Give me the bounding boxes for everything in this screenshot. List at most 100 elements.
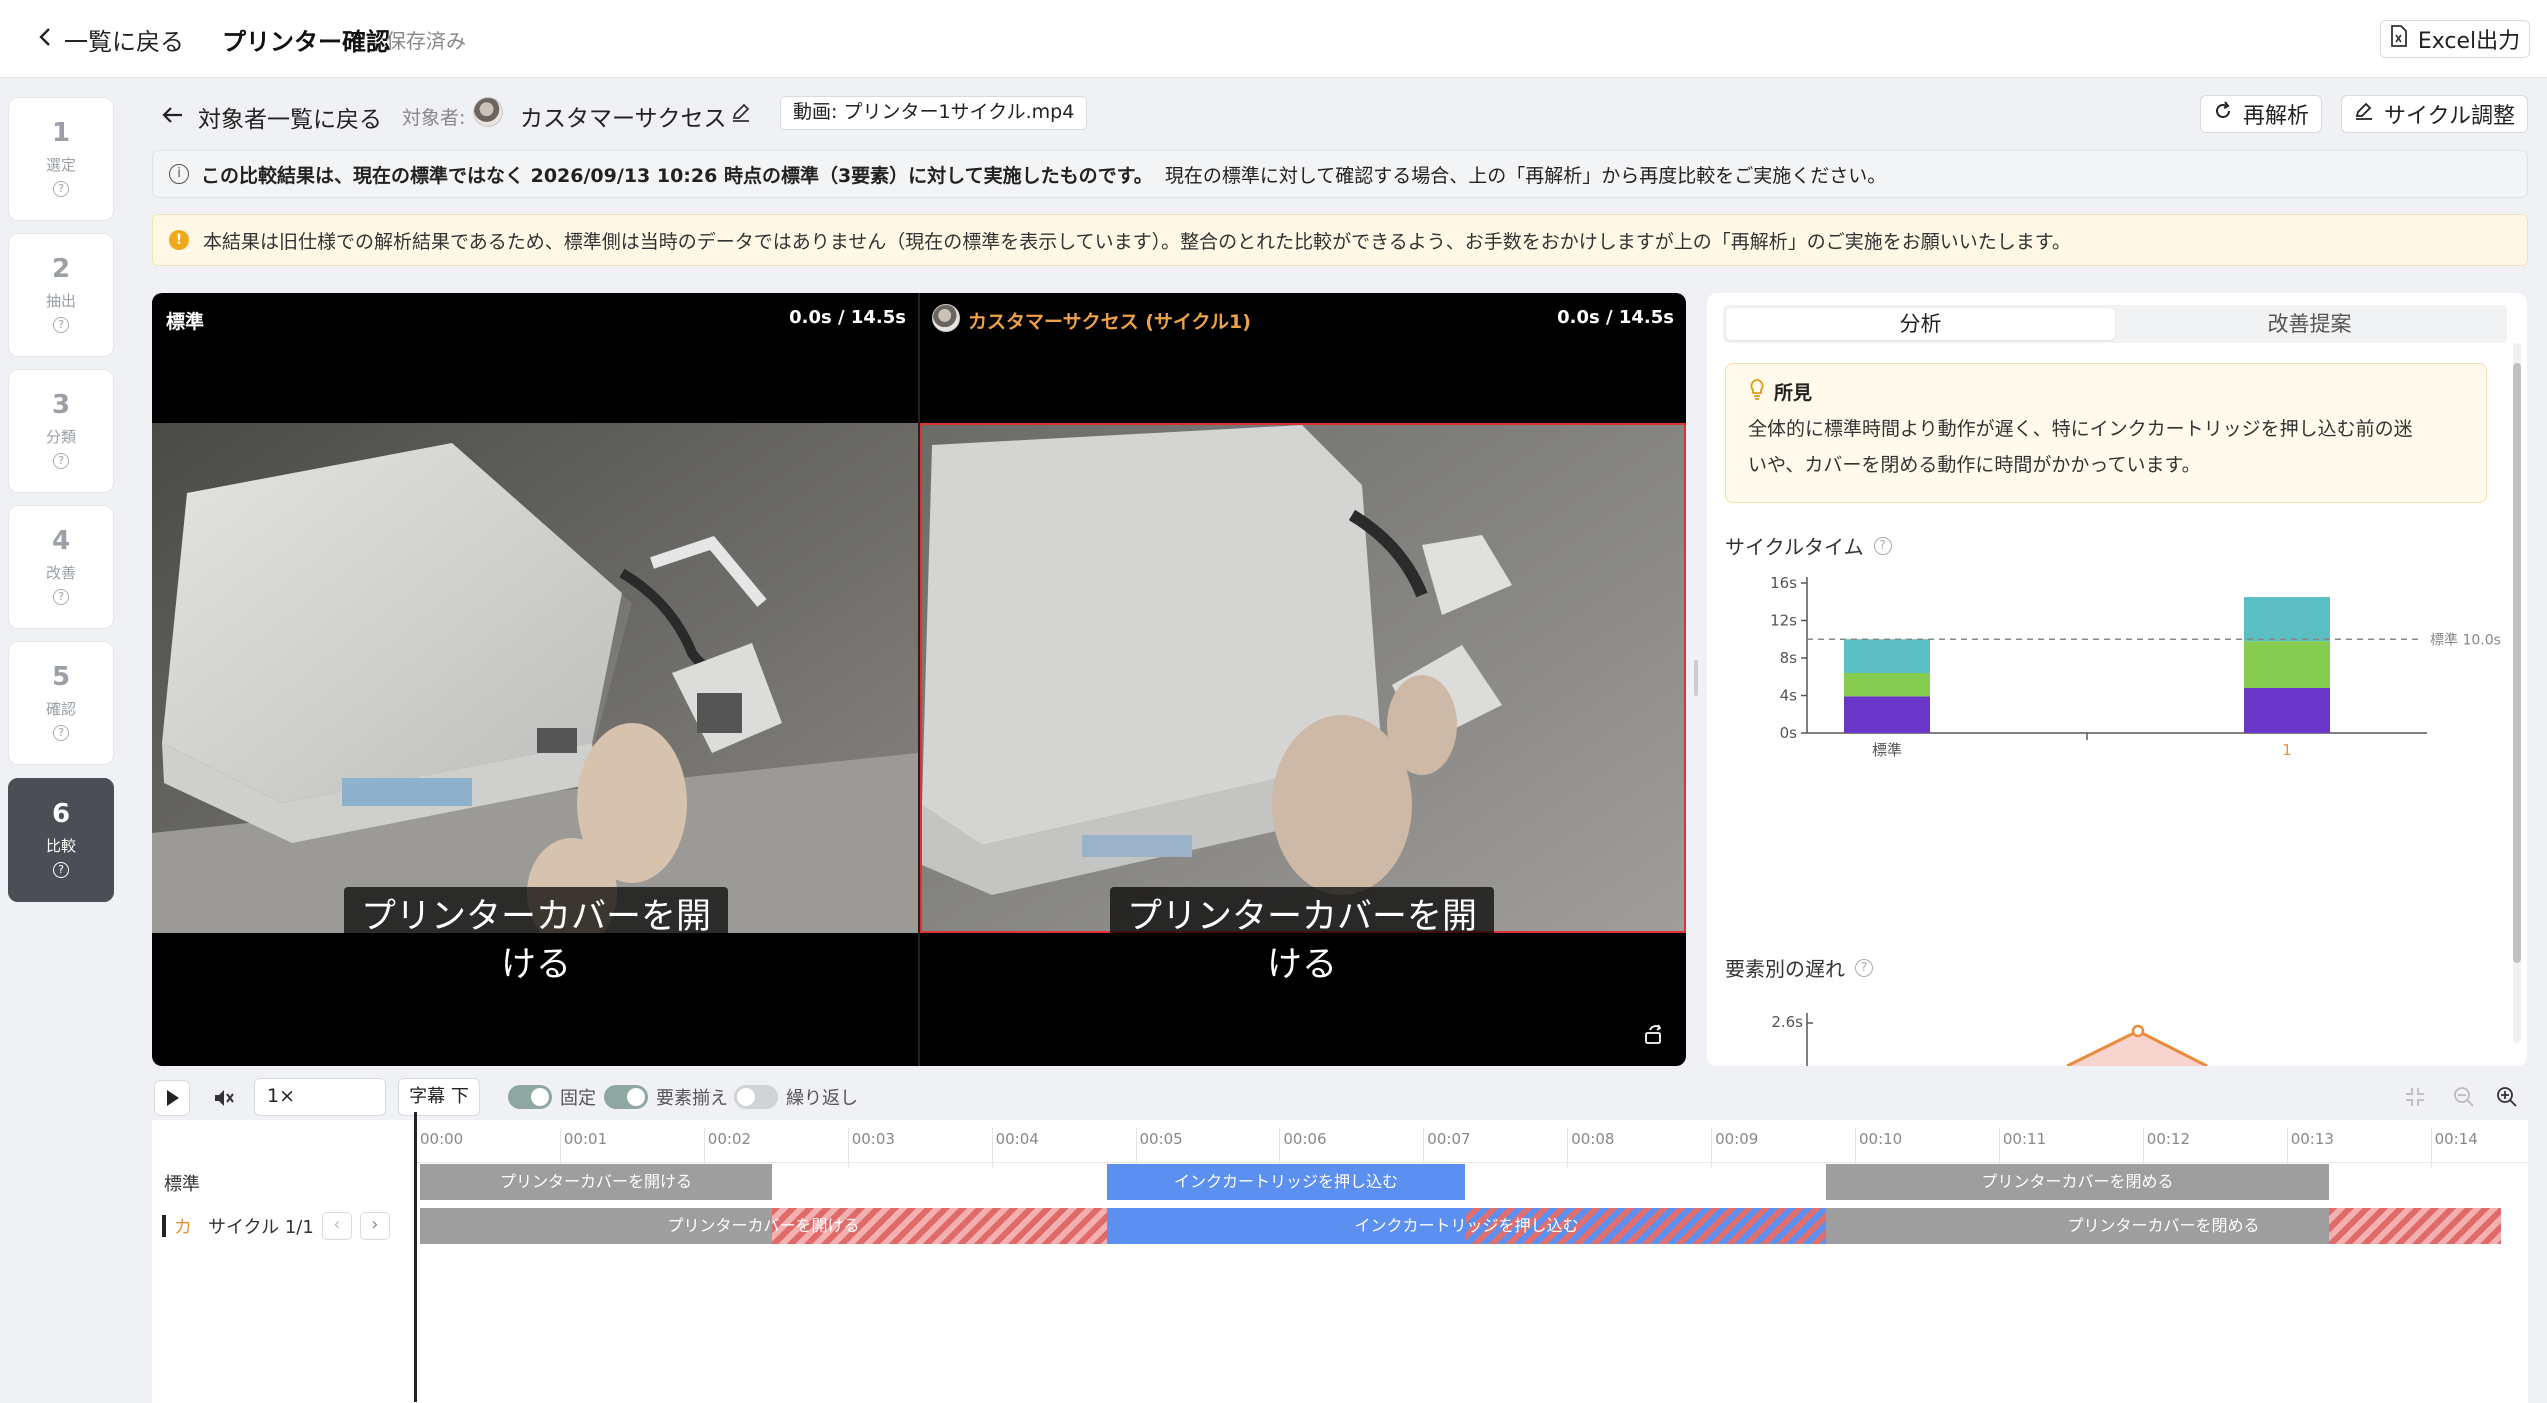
timeline[interactable]: 00:00 00:01 00:02 00:03 00:04 00:05 00:06 00:07… <box>152 1112 2528 1403</box>
std-segment-open-cover[interactable]: プリンターカバーを開ける <box>420 1164 772 1200</box>
mute-icon[interactable] <box>212 1086 236 1114</box>
playhead[interactable] <box>414 1112 417 1402</box>
next-cycle-button[interactable]: › <box>359 1212 390 1240</box>
collapse-icon[interactable] <box>2404 1086 2426 1112</box>
cycle-adjust-label: サイクル調整 <box>2384 104 2515 129</box>
toggle-loop[interactable]: 繰り返し <box>734 1084 858 1110</box>
subtitle-position-button[interactable]: 字幕 下 <box>398 1078 480 1116</box>
bar-segment <box>2244 641 2330 688</box>
tick-label: 00:00 <box>420 1130 464 1148</box>
std-segment-close-cover[interactable]: プリンターカバーを閉める <box>1826 1164 2329 1200</box>
finding-card: 所見 全体的に標準時間より動作が遅く、特にインクカートリッジを押し込む前の迷 い… <box>1725 363 2487 503</box>
standard-subtitle-line-1: プリンターカバーを開 <box>360 897 711 937</box>
subject-subtitle-line-1: プリンターカバーを開 <box>1126 897 1477 937</box>
tick-label: 00:14 <box>2434 1130 2478 1148</box>
panel-scrollbar-thumb[interactable] <box>2513 363 2521 963</box>
play-button[interactable] <box>154 1080 190 1116</box>
step-label: 確認 <box>45 700 76 718</box>
subject-subtitle-line-2: ける <box>1266 945 1337 985</box>
help-icon[interactable]: ? <box>53 725 69 741</box>
panel-resize-handle[interactable] <box>1694 660 1698 696</box>
tick-label: 00:05 <box>1139 1130 1183 1148</box>
zoom-out-icon[interactable] <box>2452 1085 2476 1113</box>
tick-label: 00:11 <box>2002 1130 2047 1148</box>
warning-icon: ! <box>169 230 189 250</box>
toggle-fixed[interactable]: 固定 <box>508 1084 596 1110</box>
subject-prefix: 対象者: <box>402 107 466 129</box>
row-label-standard: 標準 <box>164 1174 200 1195</box>
step-1[interactable]: 1 選定? <box>8 97 114 221</box>
excel-file-icon <box>2390 25 2408 53</box>
ruler-divider <box>414 1162 2528 1163</box>
standard-video-frame <box>152 423 918 933</box>
cycle-counter: サイクル 1/1 <box>208 1217 314 1238</box>
subject-video-time: 0.0s / 14.5s <box>1557 307 1674 328</box>
excel-export-label: Excel出力 <box>2417 29 2521 54</box>
tab-improvement[interactable]: 改善提案 <box>2115 308 2504 340</box>
reanalyze-button[interactable]: 再解析 <box>2200 95 2322 133</box>
cyc-segment-close-cover[interactable]: プリンターカバーを閉める <box>1826 1208 2501 1244</box>
tick-label: 00:03 <box>851 1130 895 1148</box>
prev-cycle-button[interactable]: ‹ <box>321 1212 352 1240</box>
cycle-adjust-button[interactable]: サイクル調整 <box>2341 95 2528 133</box>
bar-segment <box>2244 597 2330 642</box>
back-to-list-link[interactable]: 一覧に戻る <box>38 22 184 57</box>
step-6[interactable]: 6 比較? <box>8 778 114 902</box>
std-segment-insert-ink[interactable]: インクカートリッジを押し込む <box>1107 1164 1465 1200</box>
step-2[interactable]: 2 抽出? <box>8 233 114 357</box>
step-label: 改善 <box>45 564 76 582</box>
back-to-list-label: 一覧に戻る <box>64 28 184 56</box>
step-number: 3 <box>51 390 71 420</box>
step-4[interactable]: 4 改善? <box>8 505 114 629</box>
subject-initial: カ <box>174 1217 192 1238</box>
toggle-align-switch[interactable] <box>604 1085 648 1109</box>
cyc-segment-insert-ink-label: インクカートリッジを押し込む <box>1354 1216 1579 1235</box>
warning-banner-text: 本結果は旧仕様での解析結果であるため、標準側は当時のデータではありません（現在の… <box>203 230 2071 253</box>
standard-video-pane[interactable]: 標準 0.0s / 14.5s プリンターカバーを開 ける <box>152 293 918 1066</box>
help-icon[interactable]: ? <box>53 589 69 605</box>
save-status: 保存済み <box>386 29 466 53</box>
step-number: 6 <box>51 799 71 829</box>
cyc-segment-open-cover[interactable]: プリンターカバーを開ける <box>420 1208 1107 1244</box>
toggle-fixed-switch[interactable] <box>508 1085 552 1109</box>
cycle-time-heading: サイクルタイム ? <box>1725 531 1892 560</box>
help-icon[interactable]: ? <box>53 453 69 469</box>
excel-export-button[interactable]: Excel出力 <box>2380 20 2530 58</box>
toggle-align-label: 要素揃え <box>656 1088 728 1109</box>
standard-subtitle-line-2: ける <box>500 945 571 985</box>
step-5[interactable]: 5 確認? <box>8 641 114 765</box>
help-icon[interactable]: ? <box>53 181 69 197</box>
help-icon[interactable]: ? <box>53 317 69 333</box>
step-3[interactable]: 3 分類? <box>8 369 114 493</box>
back-to-subjects-link[interactable]: 対象者一覧に戻る <box>162 100 382 134</box>
tick-label: 00:09 <box>1715 1130 1759 1148</box>
step-label: 比較 <box>45 837 76 855</box>
help-icon[interactable]: ? <box>53 862 69 878</box>
tick-label: 00:13 <box>2290 1130 2334 1148</box>
toggle-loop-switch[interactable] <box>734 1085 778 1109</box>
bar-segment <box>1844 673 1930 697</box>
cyc-segment-insert-ink[interactable]: インクカートリッジを押し込む <box>1107 1208 1826 1244</box>
arrow-left-icon <box>162 104 184 130</box>
subject-name: カスタマーサクセス <box>520 106 727 132</box>
step-label: 抽出 <box>45 292 76 310</box>
tab-analysis[interactable]: 分析 <box>1726 308 2115 340</box>
help-icon[interactable]: ? <box>1873 536 1892 555</box>
edit-subject-icon[interactable] <box>730 101 752 127</box>
finding-text-line-2: いや、カバーを閉める動作に時間がかかっています。 <box>1748 454 2201 476</box>
video-compare-area[interactable]: 標準 0.0s / 14.5s プリンターカバーを開 ける カスタマーサクセス … <box>152 293 1686 1066</box>
help-icon[interactable]: ? <box>1855 958 1873 977</box>
subject-video-pane[interactable]: カスタマーサクセス (サイクル1) 0.0s / 14.5s プリンターカバーを… <box>920 293 1686 1066</box>
cycle-time-title: サイクルタイム <box>1725 535 1864 559</box>
refresh-icon <box>2213 101 2233 127</box>
bar-segment <box>2244 688 2330 733</box>
playback-speed-field[interactable]: 1× <box>254 1078 386 1116</box>
warning-banner: ! 本結果は旧仕様での解析結果であるため、標準側は当時のデータではありません（現… <box>152 214 2528 266</box>
element-delay-title: 要素別の遅れ <box>1725 957 1845 981</box>
toggle-align[interactable]: 要素揃え <box>604 1084 728 1110</box>
y-tick-label: 8s <box>1780 649 1798 667</box>
cyc-segment-open-cover-label: プリンターカバーを開ける <box>667 1216 860 1235</box>
chevron-left-icon <box>38 26 52 54</box>
zoom-in-icon[interactable] <box>2495 1085 2519 1113</box>
rotate-video-icon[interactable] <box>1642 1023 1666 1051</box>
